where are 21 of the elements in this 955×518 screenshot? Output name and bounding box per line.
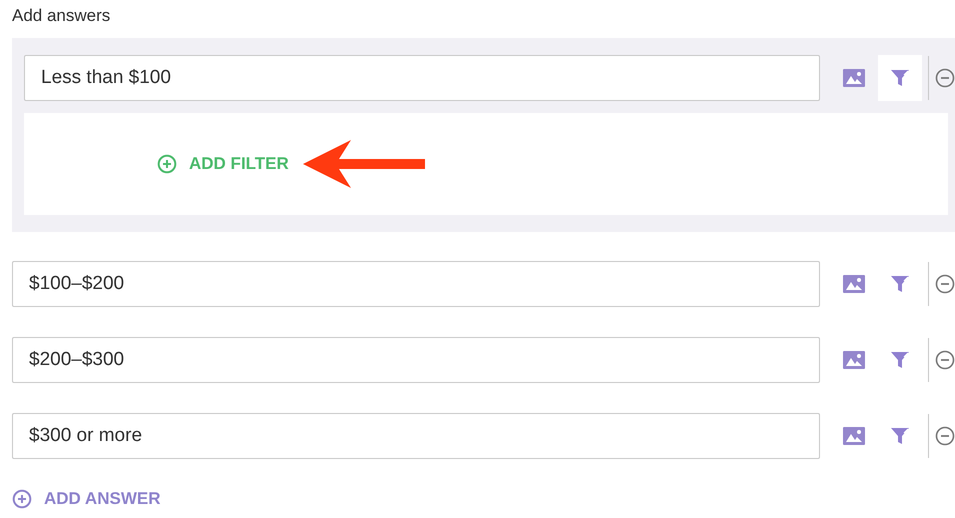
add-icon [157, 154, 177, 174]
image-icon[interactable] [843, 427, 865, 445]
filter-button[interactable] [878, 55, 922, 101]
filter-icon [890, 69, 910, 87]
image-icon[interactable] [843, 275, 865, 293]
answer-field[interactable]: $200–$300 [12, 337, 820, 383]
answer-field[interactable]: $100–$200 [12, 261, 820, 307]
filter-icon [890, 427, 910, 445]
remove-icon[interactable] [935, 350, 955, 370]
remove-icon[interactable] [935, 274, 955, 294]
filter-icon [890, 351, 910, 369]
remove-icon[interactable] [935, 68, 955, 88]
section-title: Add answers [12, 6, 110, 26]
image-icon[interactable] [843, 69, 865, 87]
remove-icon[interactable] [935, 426, 955, 446]
arrow-icon [302, 140, 425, 188]
filter-icon [890, 275, 910, 293]
image-icon[interactable] [843, 351, 865, 369]
add-icon [12, 489, 32, 509]
answer-field[interactable]: Less than $100 [24, 55, 820, 101]
answer-field[interactable]: $300 or more [12, 413, 820, 459]
